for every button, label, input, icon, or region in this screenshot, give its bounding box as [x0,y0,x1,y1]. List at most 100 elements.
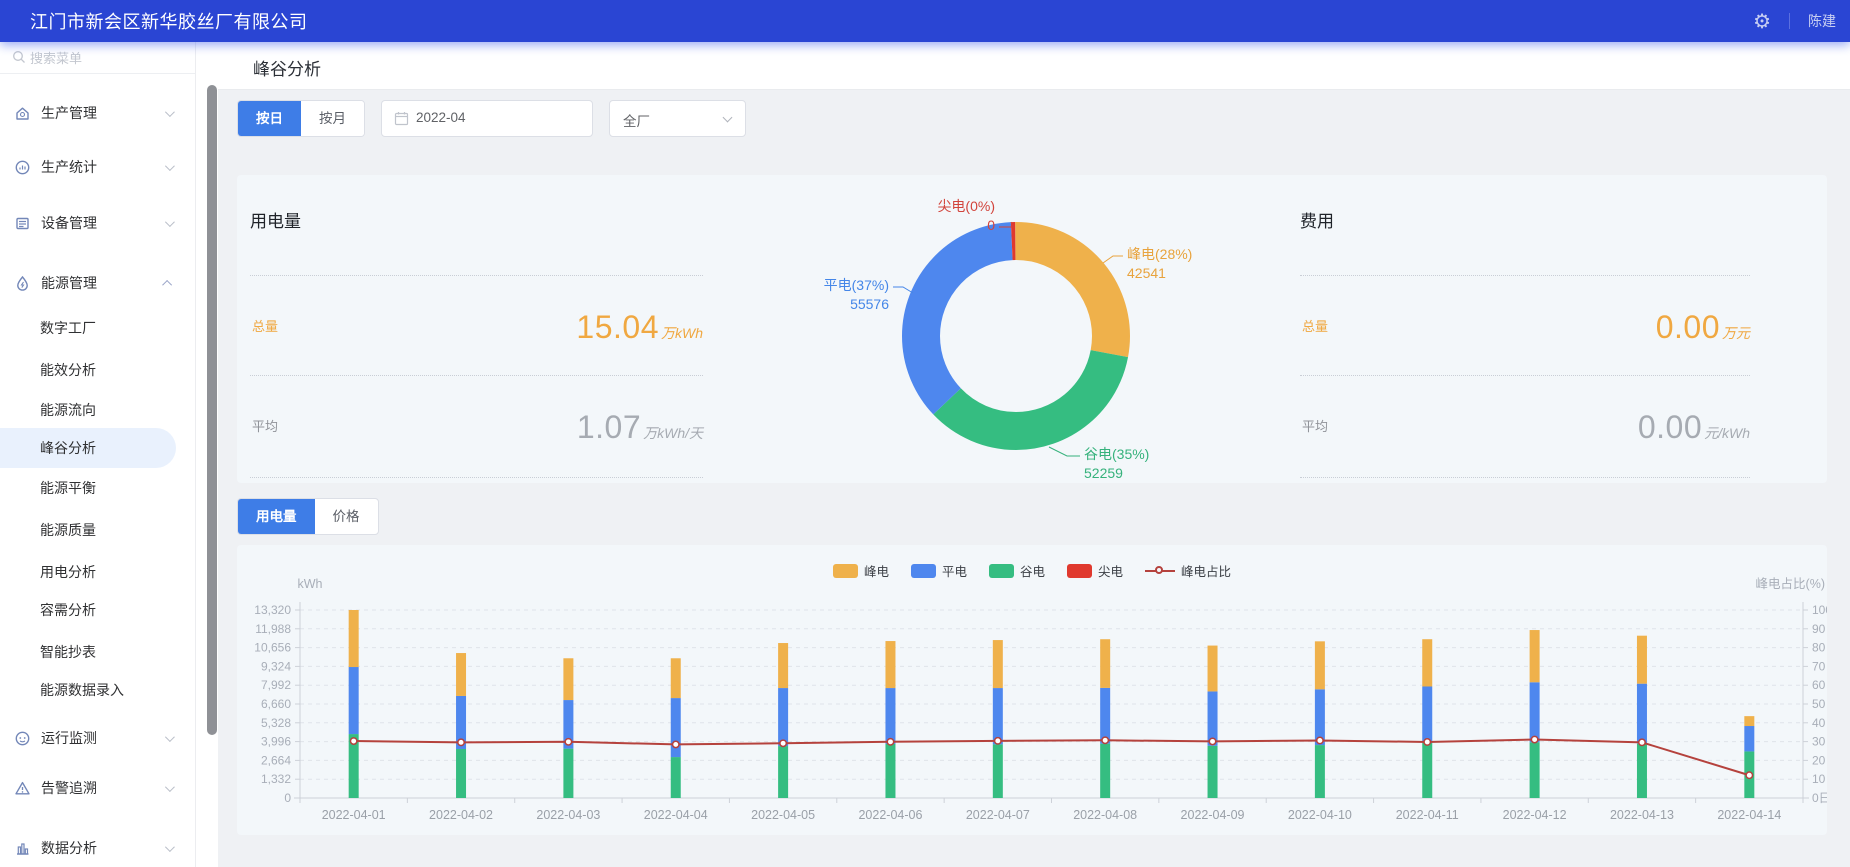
by-day-button[interactable]: 按日 [238,101,301,136]
chevron-down-icon [165,107,175,117]
scope-select[interactable]: 全厂 [609,100,746,137]
scope-value: 全厂 [623,110,650,130]
date-picker[interactable]: 2022-04 [381,100,593,137]
monitor-robot-icon [14,730,31,747]
svg-text:2022-04-07: 2022-04-07 [966,808,1030,822]
sidebar-item-smart-meter[interactable]: 智能抄表 [0,632,176,672]
svg-text:7,992: 7,992 [261,678,291,692]
sidebar-item-energy-flow[interactable]: 能源流向 [0,390,176,430]
sidebar: 生产管理 生产统计 设备管理 能源 [0,42,218,867]
tab-energy[interactable]: 用电量 [238,499,315,534]
svg-text:100: 100 [1812,603,1827,617]
donut-label-flat: 平电(37%)55576 [824,276,889,314]
chevron-down-icon [165,161,175,171]
main-content: 峰谷分析 按日 按月 2022-04 全厂 用电量 总量 [218,42,1850,867]
sidebar-item-production-stats[interactable]: 生产统计 [0,147,196,187]
device-list-icon [14,215,31,232]
sidebar-item-energy-data-entry[interactable]: 能源数据录入 [0,670,176,710]
donut-label-valley: 谷电(35%)52259 [1084,445,1149,483]
calendar-icon [394,111,409,131]
alert-triangle-icon [14,780,31,797]
total-label: 总量 [252,316,278,335]
sidebar-item-device-mgmt[interactable]: 设备管理 [0,203,196,243]
svg-text:10,656: 10,656 [254,641,291,655]
top-header: 江门市新会区新华胶丝厂有限公司 ⚙ 陈建 [0,0,1850,42]
svg-text:2022-04-05: 2022-04-05 [751,808,815,822]
by-month-button[interactable]: 按月 [301,101,364,136]
svg-text:2022-04-11: 2022-04-11 [1396,808,1459,822]
svg-text:40: 40 [1812,716,1826,730]
summary-card: 用电量 总量 15.04万kWh 平均 1.07万kWh/天 尖电(0%)0 [237,175,1827,483]
sidebar-item-peak-valley-analysis[interactable]: 峰谷分析 [0,428,176,468]
svg-text:1,332: 1,332 [261,772,291,786]
sidebar-item-energy-quality[interactable]: 能源质量 [0,510,176,550]
svg-text:2022-04-10: 2022-04-10 [1288,808,1352,822]
chart-tabs: 用电量 价格 [237,498,379,535]
chevron-down-icon [165,217,175,227]
page-title: 峰谷分析 [253,55,321,80]
scrollbar-thumb[interactable] [207,85,217,735]
total-cost-value: 0.00万元 [1450,309,1750,346]
svg-text:10: 10 [1812,772,1826,786]
chevron-up-icon [162,279,172,289]
svg-text:9,324: 9,324 [261,659,291,673]
svg-text:2022-04-01: 2022-04-01 [322,808,386,822]
cost-card-title: 费用 [1300,207,1334,232]
svg-text:13,320: 13,320 [254,603,291,617]
svg-text:60: 60 [1812,678,1826,692]
average-label: 平均 [1302,416,1328,435]
svg-text:2022-04-12: 2022-04-12 [1503,808,1567,822]
sidebar-item-energy-efficiency[interactable]: 能效分析 [0,350,176,390]
svg-text:2022-04-04: 2022-04-04 [644,808,708,822]
stats-circle-icon [14,159,31,176]
sidebar-item-energy-mgmt[interactable]: 能源管理 [0,263,196,303]
svg-text:2022-04-13: 2022-04-13 [1610,808,1674,822]
header-divider [1789,13,1790,29]
sidebar-item-production-mgmt[interactable]: 生产管理 [0,93,196,133]
bar-chart-icon [14,840,31,857]
search-icon [12,50,26,69]
chevron-down-icon [165,732,175,742]
donut-label-peak: 峰电(28%)42541 [1127,245,1192,283]
date-value: 2022-04 [416,110,466,125]
sidebar-item-alarm-trace[interactable]: 告警追溯 [0,768,196,808]
chevron-down-icon [723,113,733,123]
search-input[interactable] [30,46,180,70]
svg-text:80: 80 [1812,641,1826,655]
stacked-bar-line-chart: 13,320 11,988 10,656 9,324 7,992 6,660 5,328 3,… [237,545,1827,835]
svg-text:6,660: 6,660 [261,697,291,711]
sidebar-item-operation-monitor[interactable]: 运行监测 [0,718,196,758]
svg-text:50: 50 [1812,697,1826,711]
sidebar-item-data-analysis[interactable]: 数据分析 [0,828,196,867]
svg-text:2022-04-03: 2022-04-03 [536,808,600,822]
home-icon [14,105,31,122]
sidebar-item-digital-factory[interactable]: 数字工厂 [0,308,176,348]
svg-text:70: 70 [1812,659,1826,673]
svg-text:2022-04-14: 2022-04-14 [1717,808,1781,822]
user-name[interactable]: 陈建 [1808,11,1836,31]
granularity-toggle: 按日 按月 [237,100,365,137]
average-cost-value: 0.00元/kWh [1450,409,1750,446]
company-title: 江门市新会区新华胶丝厂有限公司 [30,8,308,34]
menu-search [0,42,195,74]
svg-text:2022-04-08: 2022-04-08 [1073,808,1137,822]
svg-text:3,996: 3,996 [261,735,291,749]
svg-text:90: 90 [1812,622,1826,636]
svg-text:2,664: 2,664 [261,753,291,767]
svg-text:11,988: 11,988 [255,622,291,636]
energy-card-title: 用电量 [250,207,301,232]
chevron-down-icon [165,782,175,792]
chart-card: 峰电 平电 谷电 尖电 峰电占比 13,32 [237,545,1827,835]
sidebar-item-capacity-demand[interactable]: 容需分析 [0,590,176,630]
svg-text:0: 0 [284,791,291,805]
svg-text:2022-04-06: 2022-04-06 [858,808,922,822]
svg-text:kWh: kWh [298,577,323,591]
settings-gear-icon[interactable]: ⚙ [1753,9,1771,34]
svg-text:20: 20 [1812,753,1826,767]
svg-text:2022-04-02: 2022-04-02 [429,808,493,822]
svg-text:5,328: 5,328 [261,716,291,730]
sidebar-item-energy-balance[interactable]: 能源平衡 [0,468,176,508]
total-energy-value: 15.04万kWh [403,309,703,346]
tab-price[interactable]: 价格 [315,499,378,534]
sidebar-item-electricity-analysis[interactable]: 用电分析 [0,552,176,592]
